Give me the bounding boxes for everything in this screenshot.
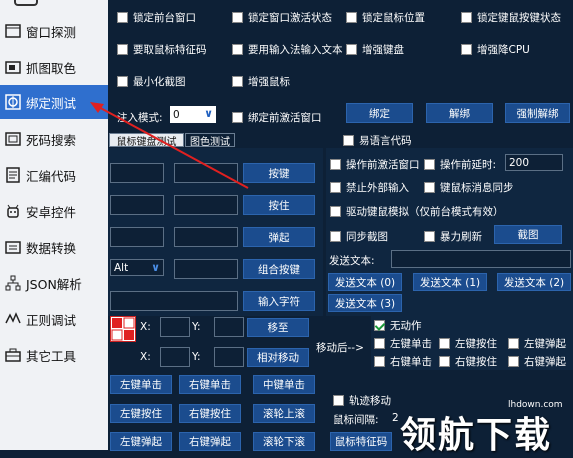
watermark-logo: lhdown.com 领航下载 xyxy=(398,388,573,456)
annotation-arrow xyxy=(90,102,249,189)
watermark-brand: 领航下载 xyxy=(400,415,553,456)
